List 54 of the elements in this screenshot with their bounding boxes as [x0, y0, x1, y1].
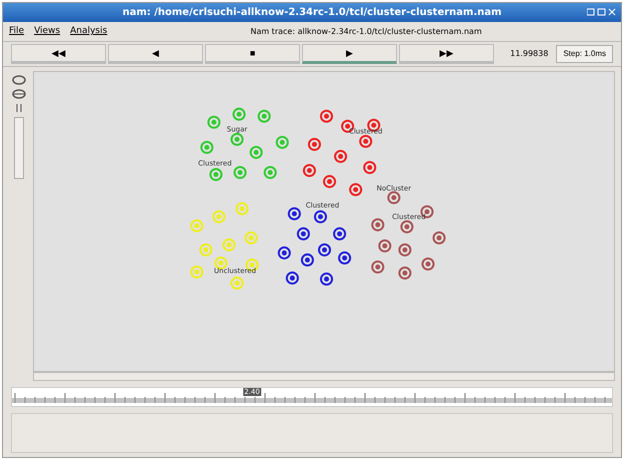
zoom-out-icon[interactable]: [12, 88, 26, 99]
node-icon[interactable]: [276, 136, 289, 149]
window-title: nam: /home/crlsuchi-allknow-2.34rc-1.0/tcl/cluster-clusternam.nam: [3, 3, 621, 22]
node-icon[interactable]: [371, 218, 384, 232]
node-icon[interactable]: [363, 160, 376, 174]
menu-item[interactable]: Views: [34, 26, 60, 36]
playback-button[interactable]: ■: [205, 44, 300, 64]
node-icon[interactable]: [398, 266, 412, 280]
playback-button[interactable]: ▶: [302, 44, 398, 64]
node-icon[interactable]: [333, 227, 346, 240]
node-icon[interactable]: [200, 140, 214, 154]
node-icon[interactable]: [300, 253, 314, 266]
node-icon[interactable]: [308, 138, 321, 151]
node-icon[interactable]: [250, 146, 263, 159]
node-icon[interactable]: [232, 108, 246, 121]
playback-button[interactable]: ◀: [108, 44, 204, 64]
node-icon[interactable]: [400, 220, 414, 234]
node-icon[interactable]: [286, 271, 299, 285]
node-icon[interactable]: [338, 251, 352, 264]
horizontal-scrollbar[interactable]: [33, 372, 615, 382]
node-icon[interactable]: [349, 183, 362, 196]
node-icon[interactable]: [288, 207, 301, 220]
node-icon[interactable]: [207, 116, 220, 129]
step-button[interactable]: Step: 1.0ms: [556, 44, 614, 63]
node-icon[interactable]: [278, 246, 291, 260]
trace-name: Nam trace: allknow-2.34rc-1.0/tcl/cluster-clusternam.nam: [249, 26, 483, 36]
node-icon[interactable]: [230, 132, 244, 146]
node-icon[interactable]: [378, 239, 392, 252]
node-icon[interactable]: [302, 164, 316, 177]
node-icon[interactable]: [258, 110, 271, 123]
node-icon[interactable]: [209, 168, 222, 181]
node-icon[interactable]: [323, 174, 336, 188]
node-icon[interactable]: [398, 243, 412, 256]
window-controls-icon[interactable]: [587, 7, 617, 17]
node-icon[interactable]: [371, 260, 384, 274]
node-icon[interactable]: [334, 150, 348, 163]
time-readout: 11.99838: [510, 49, 548, 58]
node-icon[interactable]: [320, 110, 334, 123]
node-icon[interactable]: [432, 231, 446, 244]
arrows-icon[interactable]: [14, 102, 24, 113]
node-icon[interactable]: [264, 166, 277, 179]
node-icon[interactable]: [387, 191, 400, 204]
node-icon[interactable]: [359, 134, 372, 148]
node-icon[interactable]: [318, 243, 332, 256]
playback-button[interactable]: ◀◀: [11, 44, 106, 64]
node-icon[interactable]: [320, 272, 334, 286]
playback-button[interactable]: ▶▶: [399, 44, 494, 64]
menu-item[interactable]: File: [9, 26, 24, 36]
zoom-in-icon[interactable]: [12, 74, 26, 85]
menu-item[interactable]: Analysis: [70, 26, 108, 36]
node-icon[interactable]: [314, 210, 328, 224]
node-icon[interactable]: [422, 257, 435, 270]
node-icon[interactable]: [234, 166, 247, 179]
node-icon[interactable]: [296, 227, 310, 240]
